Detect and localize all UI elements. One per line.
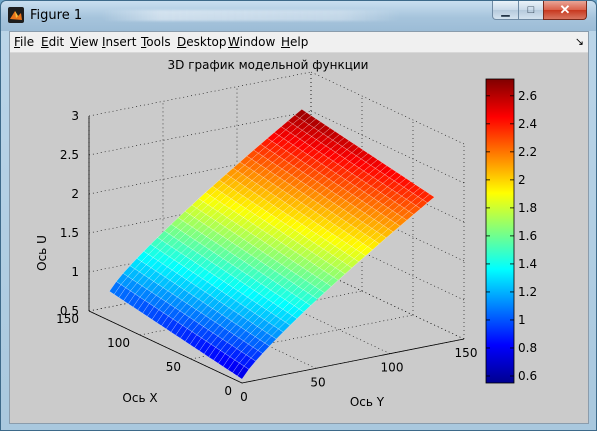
menu-window[interactable]: Window bbox=[228, 35, 275, 49]
z-tick-label: 3 bbox=[71, 109, 79, 123]
colorbar-tick-label: 1.8 bbox=[518, 201, 537, 215]
colorbar-tick-label: 1.2 bbox=[518, 285, 537, 299]
z-tick-label: 2 bbox=[71, 187, 79, 201]
y-tick-label: 100 bbox=[381, 361, 404, 375]
y-tick-label: 0 bbox=[240, 390, 248, 404]
figure-window: Figure 1 ▁ □ ✕ File Edit View Insert Too… bbox=[0, 0, 597, 431]
colorbar-tick-label: 2 bbox=[518, 173, 526, 187]
background-window-title bbox=[101, 10, 401, 21]
colorbar-gradient bbox=[485, 78, 515, 384]
maximize-button[interactable]: □ bbox=[518, 1, 544, 20]
x-axis-title: Ось X bbox=[122, 391, 157, 405]
matlab-icon bbox=[8, 7, 24, 23]
colorbar-tick-label: 0.6 bbox=[518, 369, 537, 383]
minimize-icon: ▁ bbox=[501, 4, 510, 17]
colorbar-tick-label: 2.6 bbox=[518, 89, 537, 103]
menu-insert[interactable]: Insert bbox=[102, 35, 136, 49]
y-tick-label: 50 bbox=[310, 375, 325, 389]
x-tick-label: 0 bbox=[224, 384, 232, 398]
y-tick-label: 150 bbox=[455, 346, 478, 360]
x-tick-label: 100 bbox=[107, 336, 130, 350]
colorbar-tick-label: 0.8 bbox=[518, 341, 537, 355]
menu-edit[interactable]: Edit bbox=[41, 35, 64, 49]
menu-tools[interactable]: Tools bbox=[141, 35, 171, 49]
colorbar-tick-label: 1.6 bbox=[518, 229, 537, 243]
colorbar-tick-label: 1 bbox=[518, 313, 526, 327]
title-bar[interactable]: Figure 1 ▁ □ ✕ bbox=[1, 1, 596, 31]
menu-bar: File Edit View Insert Tools Desktop Wind… bbox=[10, 32, 588, 53]
maximize-icon: □ bbox=[527, 4, 535, 16]
z-tick-label: 1.5 bbox=[60, 226, 79, 240]
z-axis-title: Ось U bbox=[35, 235, 49, 271]
figure-frame: File Edit View Insert Tools Desktop Wind… bbox=[9, 31, 589, 424]
colorbar-tick-label: 1.4 bbox=[518, 257, 537, 271]
window-title: Figure 1 bbox=[30, 8, 83, 23]
z-tick-label: 2.5 bbox=[60, 148, 79, 162]
z-tick-label: 1 bbox=[71, 265, 79, 279]
colorbar[interactable]: 0.6 0.8 1 1.2 1.4 1.6 1.8 2 2.2 2.4 2.6 bbox=[485, 78, 537, 384]
menu-file[interactable]: File bbox=[14, 35, 34, 49]
surface-chart[interactable]: 0501001500501001500.511.522.53Ось X Ось Y… bbox=[10, 53, 588, 423]
menu-view[interactable]: View bbox=[70, 35, 98, 49]
y-axis-title: Ось Y bbox=[350, 395, 385, 409]
close-icon: ✕ bbox=[559, 2, 571, 17]
minimize-button[interactable]: ▁ bbox=[492, 1, 519, 20]
menu-help[interactable]: Help bbox=[281, 35, 308, 49]
colorbar-tick-label: 2.2 bbox=[518, 145, 537, 159]
menu-desktop[interactable]: Desktop bbox=[177, 35, 227, 49]
dock-arrow-icon[interactable]: ↘ bbox=[575, 35, 584, 48]
chart-title: 3D график модельной функции bbox=[168, 58, 369, 72]
surface-mesh bbox=[109, 109, 435, 380]
y-axis-line bbox=[241, 338, 465, 384]
z-tick-label: 0.5 bbox=[60, 304, 79, 318]
x-tick-label: 50 bbox=[166, 360, 181, 374]
colorbar-tick-label: 2.4 bbox=[518, 117, 537, 131]
plot-area: 0 50 100 150 0 50 100 150 0.5 1 1.5 2 2.5 3 Ось X Ось Y… bbox=[10, 53, 588, 423]
close-button[interactable]: ✕ bbox=[543, 1, 587, 20]
